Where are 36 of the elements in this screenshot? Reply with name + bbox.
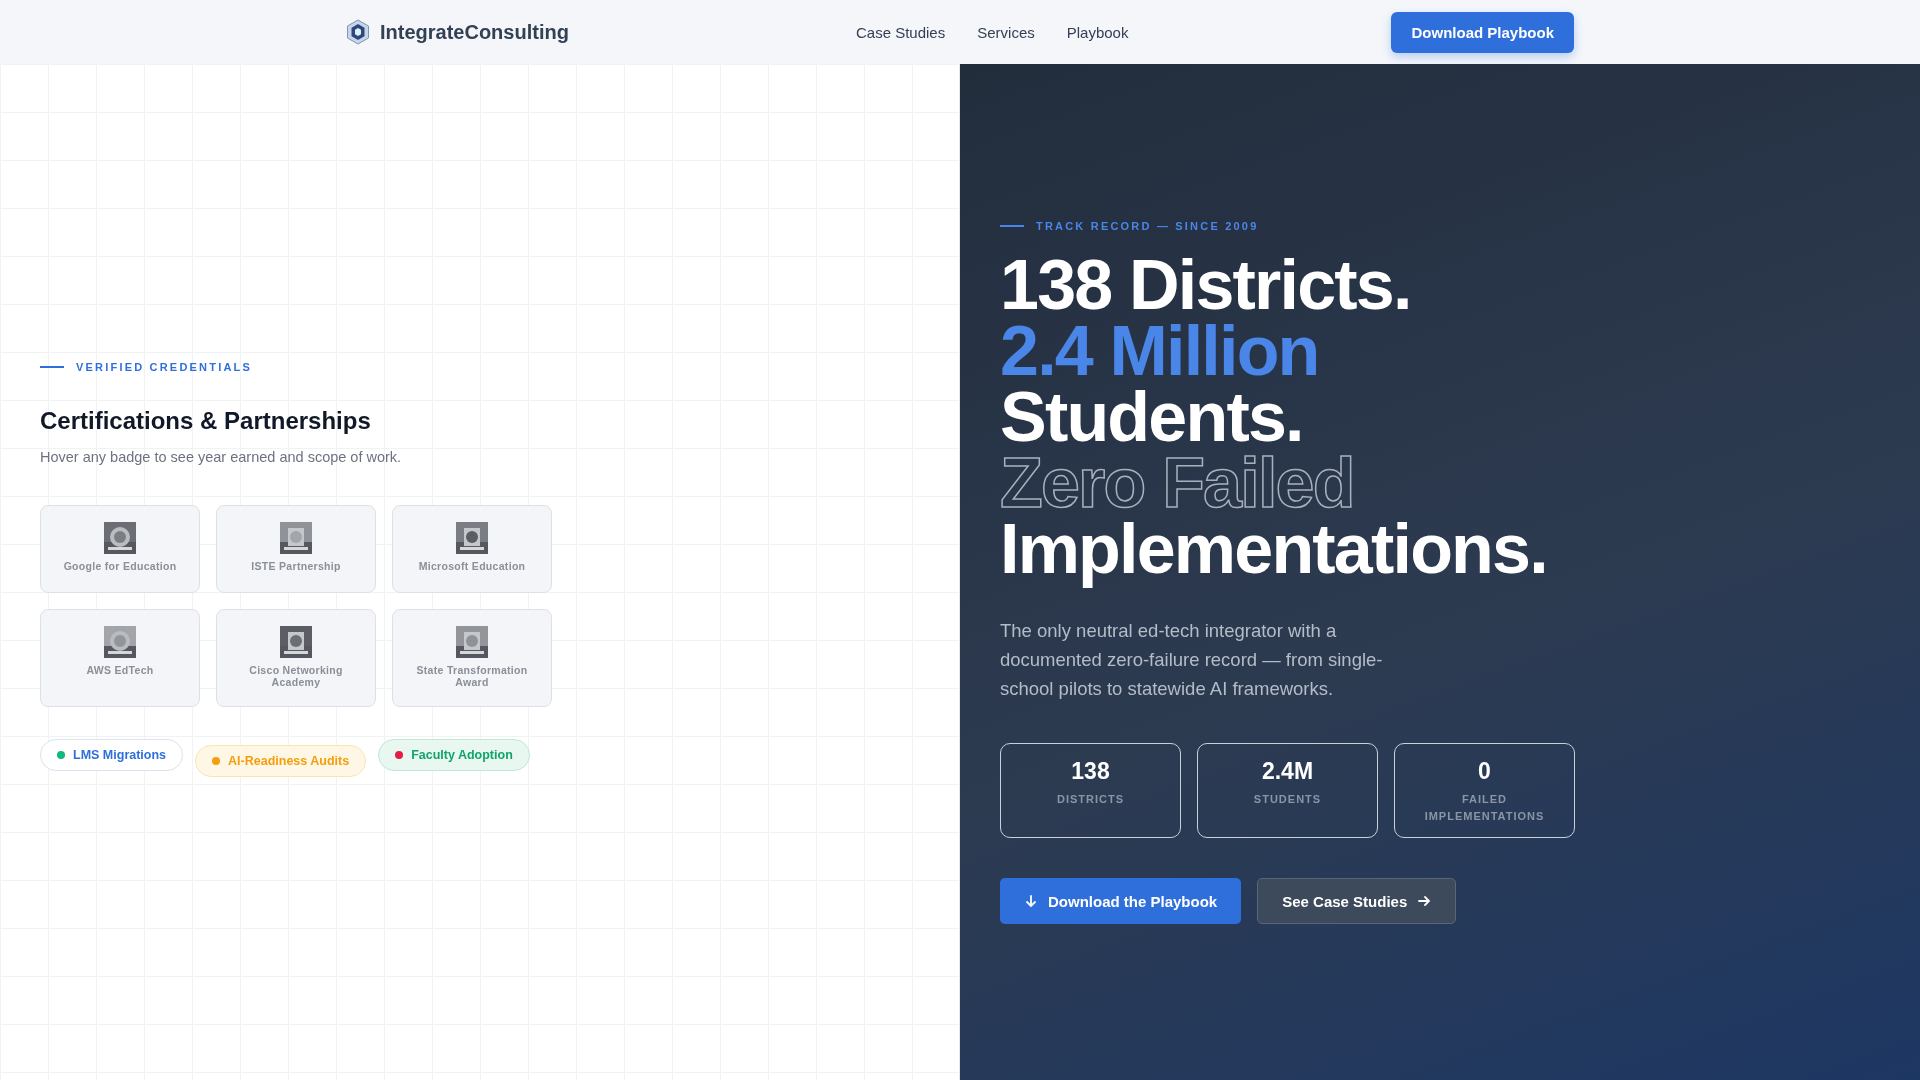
stat-label: STUDENTS (1252, 792, 1323, 807)
nav-link[interactable]: Services (977, 23, 1035, 41)
stat-label: DISTRICTS (1055, 792, 1126, 807)
credential-badge[interactable]: Cisco Networking Academy (216, 609, 376, 707)
tag-label: AI-Readiness Audits (228, 754, 350, 768)
hexagon-logo-icon (346, 19, 370, 45)
credential-badge[interactable]: ISTE Partnership (216, 505, 376, 593)
section-eyebrow: VERIFIED CREDENTIALS (76, 361, 252, 373)
download-playbook-button[interactable]: Download the Playbook (1000, 878, 1242, 924)
arrow-down-icon (1024, 894, 1038, 908)
credential-badge[interactable]: Microsoft Education (392, 505, 552, 593)
badge-label: Cisco Networking Academy (248, 664, 344, 688)
tag-label: Faculty Adoption (411, 748, 513, 762)
stat-label: FAILED IMPLEMENTATIONS (1423, 792, 1546, 824)
badge-label: Microsoft Education (417, 560, 527, 572)
case-studies-button[interactable]: See Case Studies (1257, 878, 1457, 924)
nav-link[interactable]: Playbook (1066, 23, 1129, 41)
download-button[interactable]: Download Playbook (1391, 11, 1574, 53)
arrow-right-icon (1417, 894, 1432, 908)
badge-label: Google for Education (62, 560, 178, 572)
brand-name[interactable]: IntegrateConsulting (380, 20, 569, 44)
hero-eyebrow: TRACK RECORD — SINCE 2009 (1036, 220, 1259, 232)
credential-badge[interactable]: AWS EdTech (40, 609, 200, 707)
badge-label: AWS EdTech (85, 664, 155, 676)
stat-value: 138 (1071, 758, 1110, 785)
badge-label: ISTE Partnership (250, 560, 342, 572)
stat-value: 0 (1478, 758, 1491, 785)
nav-link[interactable]: Case Studies (856, 23, 946, 41)
credential-badge[interactable]: Google for Education (40, 505, 200, 593)
section-title: Certifications & Partnerships (40, 407, 372, 435)
hero-description: The only neutral ed-tech integrator with a documented zero-failure record — from single-school pilots to statewide AI frameworks. (1000, 619, 1384, 701)
tag-label: LMS Migrations (73, 748, 167, 762)
badge-label: State Transformation Award (415, 664, 529, 688)
stat-value: 2.4M (1261, 758, 1314, 785)
section-subtitle: Hover any badge to see year earned and scope of work. (40, 449, 403, 465)
credential-badge[interactable]: State Transformation Award (392, 609, 552, 707)
